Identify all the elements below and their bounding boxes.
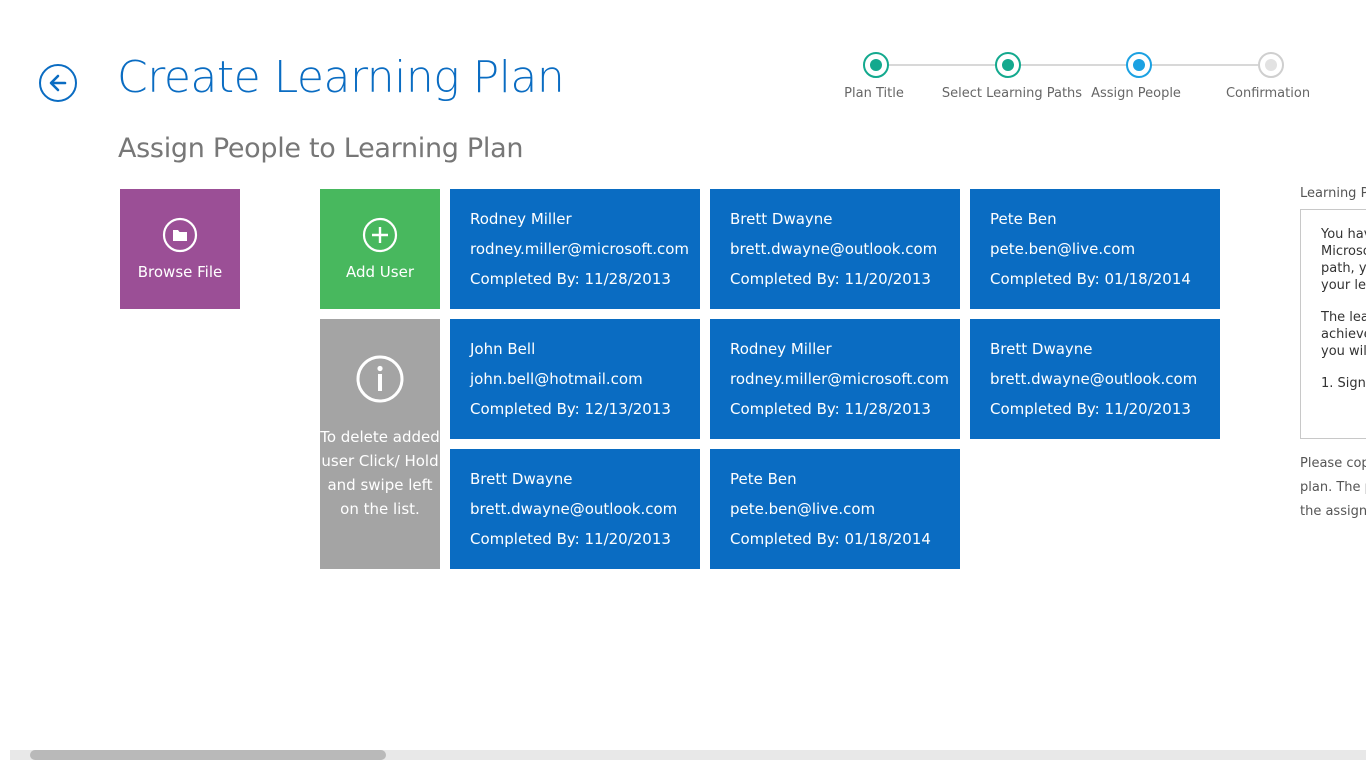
- add-user-button[interactable]: Add User: [320, 189, 440, 309]
- user-completed-by: Completed By: 01/18/2014: [990, 270, 1191, 288]
- user-completed-by: Completed By: 12/13/2013: [470, 400, 671, 418]
- plus-circle-icon: [362, 217, 398, 253]
- step-label-assign-people: Assign People: [1091, 86, 1181, 101]
- user-email: brett.dwayne@outlook.com: [730, 240, 938, 258]
- panel-text: achieve: [1321, 327, 1366, 342]
- step-label-plan-title: Plan Title: [844, 86, 904, 101]
- browse-file-label: Browse File: [137, 263, 223, 281]
- step-dot-select-learning-paths: [995, 52, 1021, 78]
- user-completed-by: Completed By: 11/28/2013: [730, 400, 931, 418]
- user-tile[interactable]: Rodney Miller rodney.miller@microsoft.co…: [710, 319, 960, 439]
- panel-description-box[interactable]: You hav Microso path, yo your lea The le…: [1300, 209, 1366, 439]
- user-completed-by: Completed By: 11/20/2013: [730, 270, 931, 288]
- panel-text: path, yo: [1321, 261, 1366, 276]
- user-name: John Bell: [470, 340, 536, 358]
- browse-file-button[interactable]: Browse File: [120, 189, 240, 309]
- user-tile[interactable]: Pete Ben pete.ben@live.com Completed By:…: [710, 449, 960, 569]
- user-name: Brett Dwayne: [730, 210, 833, 228]
- user-email: brett.dwayne@outlook.com: [990, 370, 1198, 388]
- user-name: Brett Dwayne: [990, 340, 1093, 358]
- step-dot-confirmation: [1258, 52, 1284, 78]
- user-name: Rodney Miller: [470, 210, 572, 228]
- panel-text: you will: [1321, 344, 1366, 359]
- user-tile[interactable]: John Bell john.bell@hotmail.com Complete…: [450, 319, 700, 439]
- step-label-confirmation: Confirmation: [1225, 86, 1311, 101]
- user-email: rodney.miller@microsoft.com: [730, 370, 950, 388]
- panel-text: The lear: [1321, 310, 1366, 325]
- info-icon: [356, 355, 404, 403]
- step-connector: [889, 64, 995, 66]
- user-completed-by: Completed By: 11/28/2013: [470, 270, 671, 288]
- panel-text: You hav: [1321, 227, 1366, 242]
- panel-note-line: Please cop: [1300, 456, 1366, 471]
- user-tile[interactable]: Brett Dwayne brett.dwayne@outlook.com Co…: [450, 449, 700, 569]
- user-tile[interactable]: Rodney Miller rodney.miller@microsoft.co…: [450, 189, 700, 309]
- user-completed-by: Completed By: 11/20/2013: [470, 530, 671, 548]
- user-email: pete.ben@live.com: [990, 240, 1136, 258]
- page-subtitle: Assign People to Learning Plan: [118, 133, 524, 164]
- horizontal-scrollbar-thumb[interactable]: [30, 750, 386, 760]
- delete-hint-text: To delete added user Click/ Hold and swi…: [320, 428, 440, 518]
- panel-label: Learning Pa: [1300, 186, 1366, 201]
- panel-text: 1. Sign: [1321, 376, 1366, 391]
- user-email: brett.dwayne@outlook.com: [470, 500, 678, 518]
- panel-text: Microso: [1321, 244, 1366, 259]
- user-name: Pete Ben: [730, 470, 797, 488]
- user-name: Rodney Miller: [730, 340, 832, 358]
- step-label-select-learning-paths: Select Learning Paths: [941, 86, 1083, 101]
- panel-note-line: the assignn: [1300, 504, 1366, 519]
- step-dot-assign-people: [1126, 52, 1152, 78]
- step-connector: [1021, 64, 1126, 66]
- step-connector: [1152, 64, 1258, 66]
- learning-paths-panel: Learning Pa You hav Microso path, yo you…: [1299, 186, 1366, 526]
- user-email: john.bell@hotmail.com: [470, 370, 643, 388]
- user-tile[interactable]: Brett Dwayne brett.dwayne@outlook.com Co…: [970, 319, 1220, 439]
- panel-text: your lea: [1321, 278, 1366, 293]
- user-name: Pete Ben: [990, 210, 1057, 228]
- user-tile[interactable]: Pete Ben pete.ben@live.com Completed By:…: [970, 189, 1220, 309]
- step-dot-plan-title: [863, 52, 889, 78]
- add-user-label: Add User: [346, 263, 414, 281]
- user-completed-by: Completed By: 01/18/2014: [730, 530, 931, 548]
- user-email: pete.ben@live.com: [730, 500, 876, 518]
- user-tile[interactable]: Brett Dwayne brett.dwayne@outlook.com Co…: [710, 189, 960, 309]
- panel-note: Please cop plan. The p the assignn: [1300, 452, 1366, 524]
- user-name: Brett Dwayne: [470, 470, 573, 488]
- user-email: rodney.miller@microsoft.com: [470, 240, 690, 258]
- delete-hint-tile: To delete added user Click/ Hold and swi…: [320, 319, 440, 569]
- progress-stepper: Plan Title Select Learning Paths Assign …: [0, 0, 1366, 110]
- folder-icon: [162, 217, 198, 253]
- panel-note-line: plan. The p: [1300, 480, 1366, 495]
- user-completed-by: Completed By: 11/20/2013: [990, 400, 1191, 418]
